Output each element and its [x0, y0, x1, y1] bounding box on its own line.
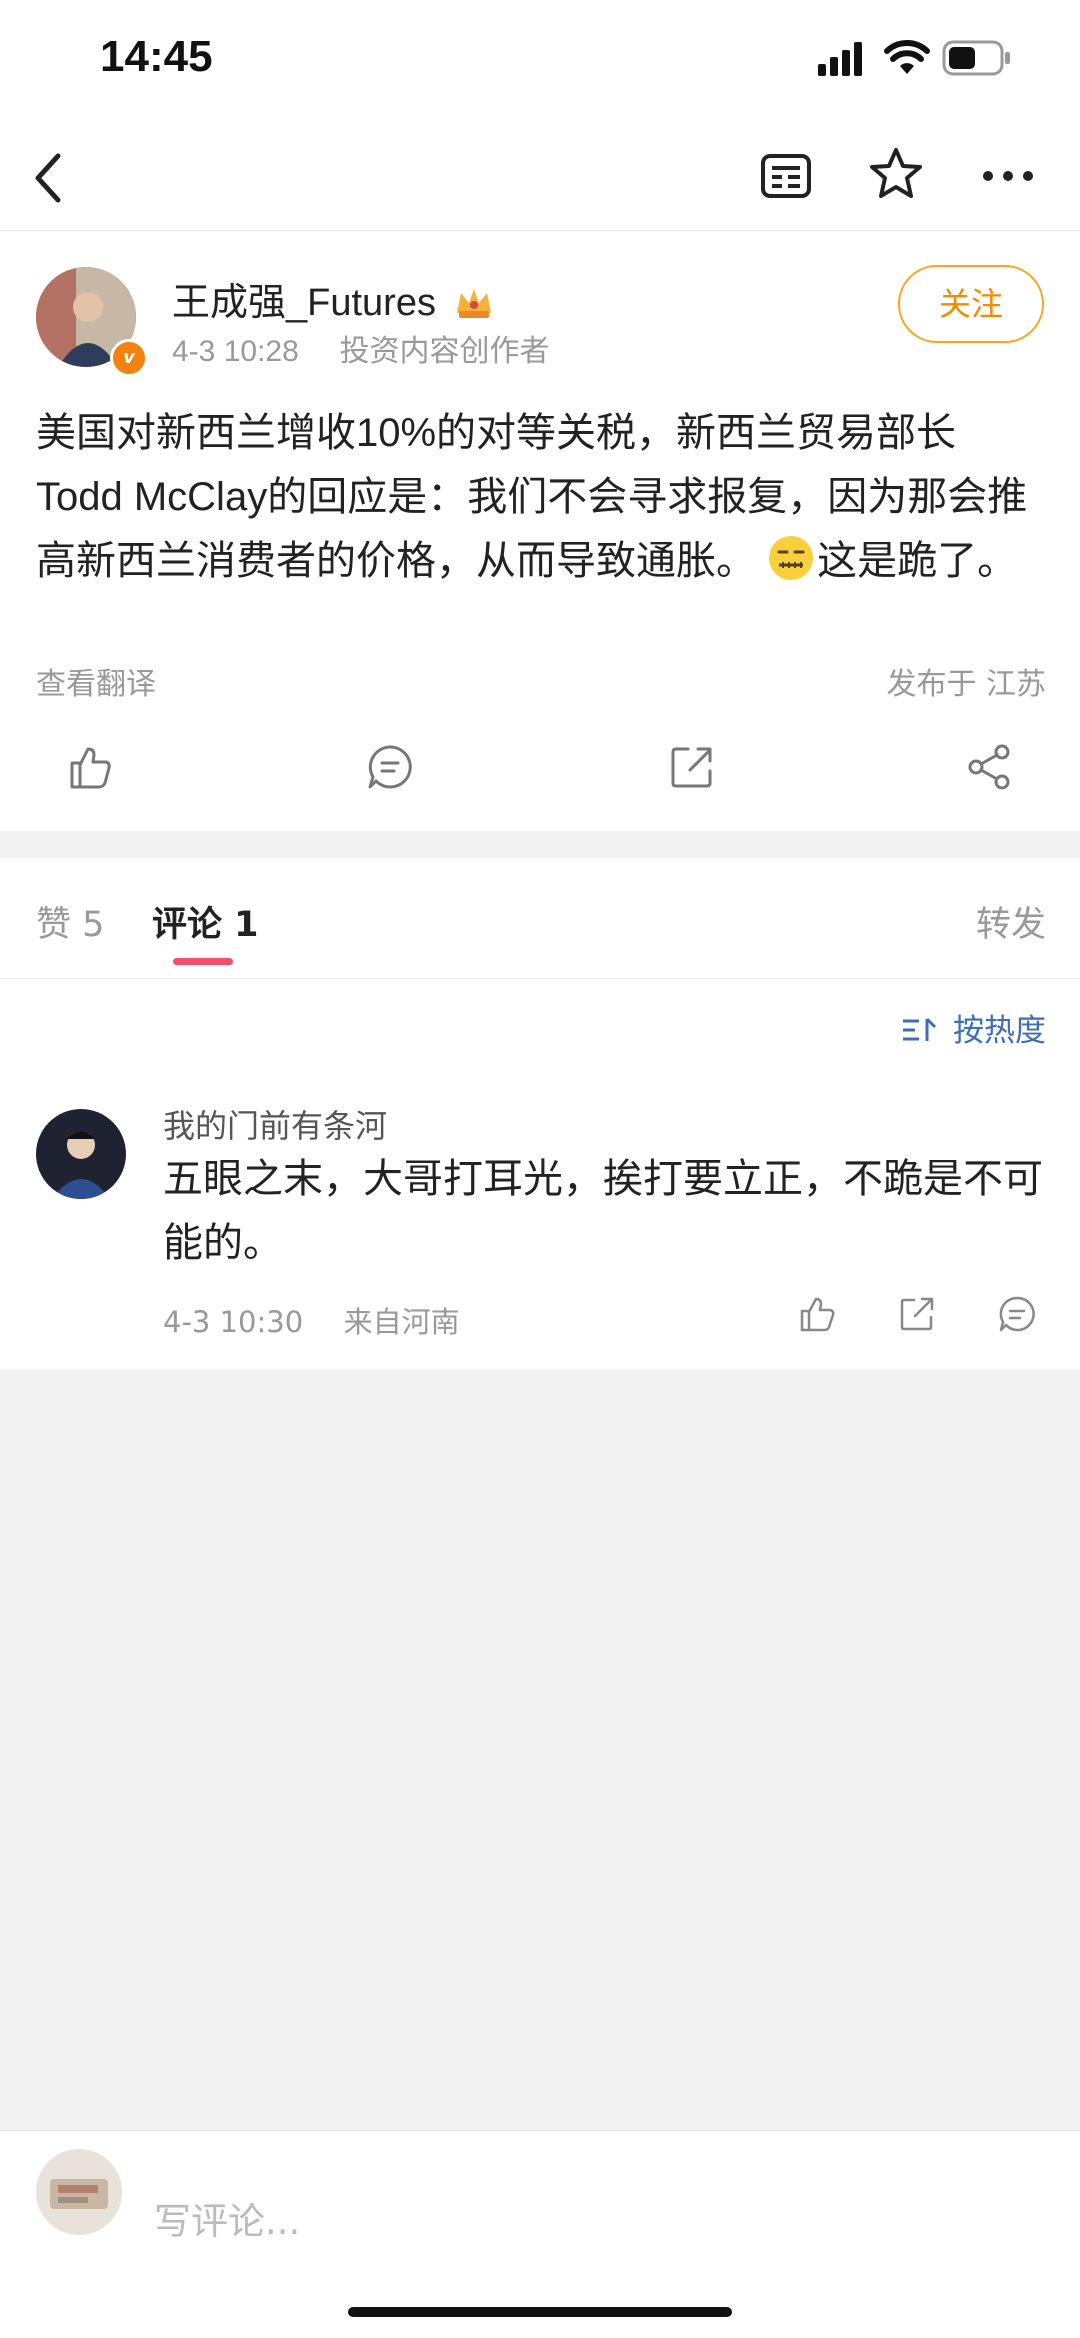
bottom-comment-bar: 写评论... [0, 2130, 1080, 2338]
commenter-avatar[interactable] [36, 1109, 126, 1199]
like-icon[interactable] [66, 743, 114, 791]
post-card: v 王成强_Futures 4-3 10:28 投资内容创作者 关注 美国对新西… [0, 231, 1080, 831]
sort-icon [903, 1017, 937, 1041]
my-avatar [36, 2149, 122, 2235]
post-text-tail: 这是跪了。 [817, 539, 1018, 583]
author-name[interactable]: 王成强_Futures [172, 271, 495, 326]
comment-timestamp: 4-3 10:30 [163, 1305, 304, 1339]
follow-button[interactable]: 关注 [898, 265, 1044, 343]
tab-active-indicator [173, 958, 233, 965]
comment-icon[interactable] [366, 743, 414, 791]
post-timestamp: 4-3 10:28 [172, 335, 299, 368]
wifi-icon [884, 40, 930, 74]
back-icon[interactable] [30, 150, 70, 206]
cellular-signal-icon [818, 42, 862, 76]
article-list-icon[interactable] [760, 150, 812, 202]
nav-bar [0, 130, 1080, 231]
tab-likes[interactable]: 赞 5 [36, 896, 104, 947]
status-time: 14:45 [100, 32, 213, 81]
author-role: 投资内容创作者 [339, 335, 550, 368]
star-icon[interactable] [868, 146, 924, 202]
home-indicator [348, 2307, 732, 2317]
share-icon[interactable] [966, 743, 1014, 791]
comment-meta: 4-3 10:30 来自河南 [163, 1299, 460, 1341]
tab-comments[interactable]: 评论 1 [152, 896, 259, 947]
post-text: 美国对新西兰增收10%的对等关税，新西兰贸易部长 Todd McClay的回应是… [36, 401, 1046, 593]
zipper-mouth-emoji-icon [769, 536, 814, 580]
view-translation-link[interactable]: 查看翻译 [36, 659, 156, 703]
status-bar: 14:45 [0, 0, 1080, 130]
interaction-tabs: 赞 5 评论 1 转发 [0, 858, 1080, 979]
comment-repost-icon[interactable] [898, 1295, 936, 1333]
comment-location: 来自河南 [343, 1305, 460, 1339]
repost-icon[interactable] [668, 743, 716, 791]
comment-input[interactable]: 写评论... [154, 2191, 1014, 2245]
comment-section: 按热度 我的门前有条河 五眼之末，大哥打耳光，挨打要立正，不跪是不可能的。 4-… [0, 979, 1080, 1369]
more-icon[interactable] [980, 168, 1036, 184]
post-location: 发布于 江苏 [886, 667, 1046, 702]
comment-text: 五眼之末，大哥打耳光，挨打要立正，不跪是不可能的。 [163, 1156, 1043, 1266]
post-meta: 4-3 10:28 投资内容创作者 [172, 326, 549, 370]
commenter-name[interactable]: 我的门前有条河 [163, 1101, 387, 1147]
battery-icon [942, 40, 1010, 76]
comment-like-icon[interactable] [798, 1295, 836, 1333]
sort-button[interactable]: 按热度 [901, 1005, 1046, 1050]
tab-reposts[interactable]: 转发 [976, 896, 1046, 947]
verified-badge-icon: v [110, 339, 148, 377]
author-name-text: 王成强_Futures [172, 282, 436, 324]
sort-label-text: 按热度 [953, 1013, 1046, 1049]
crown-badge-icon [456, 289, 491, 318]
comment-reply-icon[interactable] [998, 1295, 1036, 1333]
